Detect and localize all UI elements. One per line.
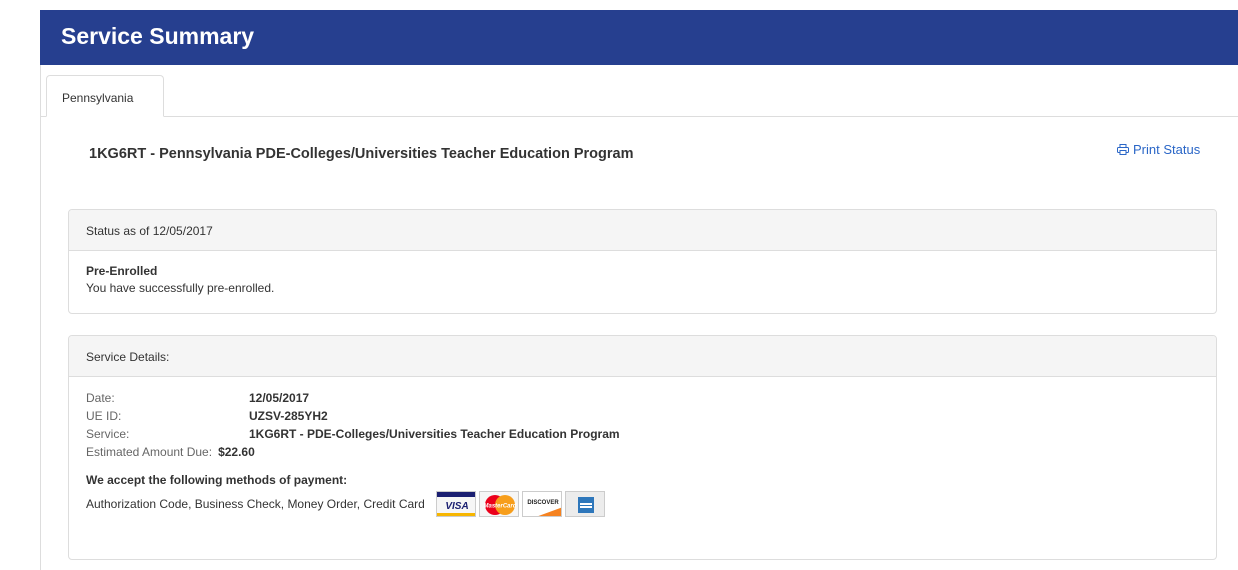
amex-card-icon	[564, 491, 605, 517]
tab-label: Pennsylvania	[62, 91, 134, 105]
printer-icon	[1117, 144, 1129, 155]
card-logos: VISA MasterCard DISCOVER	[435, 491, 605, 517]
mastercard-text: MasterCard	[483, 504, 516, 510]
detail-label: Estimated Amount Due:	[86, 445, 213, 459]
print-status-link[interactable]: Print Status	[1117, 142, 1200, 157]
detail-value: UZSV-285YH2	[249, 409, 328, 423]
status-message: You have successfully pre-enrolled.	[86, 281, 275, 295]
status-panel: Status as of 12/05/2017 Pre-Enrolled You…	[68, 209, 1217, 314]
detail-row-ue-id: UE ID: UZSV-285YH2	[86, 407, 1199, 425]
visa-card-text: VISA	[445, 501, 468, 512]
detail-value: 12/05/2017	[249, 391, 310, 405]
detail-row-amount-due: Estimated Amount Due: $22.60	[86, 443, 1199, 461]
detail-value: $22.60	[218, 445, 255, 459]
detail-row-service: Service: 1KG6RT - PDE-Colleges/Universit…	[86, 425, 1199, 443]
discover-card-icon: DISCOVER	[521, 491, 562, 517]
tab-pennsylvania[interactable]: Pennsylvania	[46, 75, 164, 117]
service-details-panel: Service Details: Date: 12/05/2017 UE ID:…	[68, 335, 1217, 560]
detail-row-date: Date: 12/05/2017	[86, 389, 1199, 407]
payment-methods-heading: We accept the following methods of payme…	[86, 473, 348, 487]
page-header: Service Summary	[40, 10, 1238, 65]
mastercard-icon: MasterCard	[478, 491, 519, 517]
tab-bar-divider	[40, 116, 1238, 117]
discover-card-text: DISCOVER	[527, 500, 559, 506]
status-panel-heading: Status as of 12/05/2017	[69, 210, 1216, 251]
page-title: Service Summary	[61, 23, 255, 49]
detail-label: Service:	[86, 427, 130, 441]
service-details-heading: Service Details:	[69, 336, 1216, 377]
payment-methods-list: Authorization Code, Business Check, Mone…	[86, 497, 425, 511]
detail-value: 1KG6RT - PDE-Colleges/Universities Teach…	[249, 427, 620, 441]
detail-label: Date:	[86, 391, 115, 405]
content-border	[40, 65, 41, 570]
print-status-label: Print Status	[1133, 142, 1201, 157]
service-title: 1KG6RT - Pennsylvania PDE-Colleges/Unive…	[89, 146, 634, 162]
status-label: Pre-Enrolled	[86, 264, 158, 278]
visa-card-icon: VISA	[435, 491, 476, 517]
detail-label: UE ID:	[86, 409, 122, 423]
